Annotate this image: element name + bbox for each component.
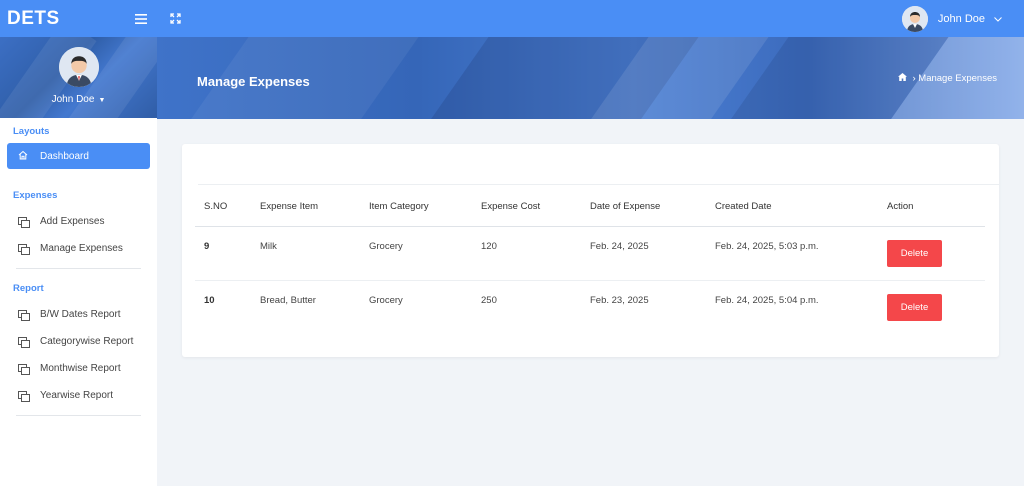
cell-created-date: Feb. 24, 2025, 5:03 p.m. [706,226,878,281]
sidebar-item-monthwise-report[interactable]: Monthwise Report [0,355,157,381]
avatar [58,47,99,87]
profile-dropdown[interactable]: John Doe ▼ [52,94,106,105]
cell-expense-cost: 250 [481,294,497,306]
cell-sno: 9 [195,226,251,281]
table-row: 9 Milk Grocery 120 Feb. 24, 2025 Feb. 24… [195,226,985,281]
cell-sno: 10 [204,294,215,306]
divider [198,184,999,185]
copy-icon [18,390,30,402]
home-icon [18,150,28,163]
copy-icon [18,309,30,321]
section-report: Report [13,283,44,294]
avatar [901,6,928,32]
chevron-down-icon [994,14,1002,24]
sidebar-profile: John Doe ▼ [0,37,157,118]
divider [16,415,141,416]
table-header-row: S.NO Expense Item Item Category Expense … [195,188,985,227]
breadcrumb: › Manage Expenses [898,73,997,84]
cell-action: Delete [878,280,985,334]
fullscreen-icon[interactable] [167,11,183,27]
copy-icon [18,336,30,348]
sidebar-item-manage-expenses[interactable]: Manage Expenses [0,235,157,261]
page-title: Manage Expenses [197,74,310,89]
cell-item-category: Grocery [369,294,403,306]
sidebar-item-label: Categorywise Report [40,335,134,347]
sidebar-item-label: Yearwise Report [40,389,114,401]
user-menu[interactable]: John Doe [901,6,1002,32]
sidebar-item-label: Dashboard [40,150,89,162]
cell-action: Delete [878,226,985,281]
table-row: 10 Bread, Butter Grocery 250 Feb. 23, 20… [195,280,985,334]
user-name: John Doe [937,13,985,25]
sidebar-item-label: Add Expenses [40,215,105,227]
sidebar-item-label: Manage Expenses [40,242,123,254]
sidebar: John Doe ▼ Layouts Dashboard Expenses Add… [0,37,157,486]
cell-expense-item: Bread, Butter [260,294,316,306]
column-header-expense-item: Expense Item [251,188,360,227]
top-navbar: DETS John Doe [0,0,1024,37]
caret-down-icon: ▼ [98,97,106,104]
copy-icon [18,363,30,375]
sidebar-item-add-expenses[interactable]: Add Expenses [0,208,157,234]
copy-icon [18,243,30,255]
divider [16,268,141,269]
column-header-expense-cost: Expense Cost [472,188,581,227]
delete-button[interactable]: Delete [887,239,942,267]
brand-area: DETS [0,0,157,37]
copy-icon [18,216,30,228]
section-layouts: Layouts [13,126,50,137]
cell-date-of-expense: Feb. 24, 2025 [581,226,706,281]
column-header-item-category: Item Category [360,188,472,227]
expenses-card: S.NO Expense Item Item Category Expense … [182,144,999,357]
profile-name: John Doe [51,94,95,105]
column-header-created-date: Created Date [706,188,878,227]
page-header-banner: Manage Expenses › Manage Expenses [157,37,1024,119]
cell-expense-cost: 120 [472,226,581,281]
section-expenses: Expenses [13,190,58,201]
menu-toggle-icon[interactable] [133,11,149,27]
column-header-action: Action [878,188,985,227]
sidebar-item-label: Monthwise Report [40,362,121,374]
expenses-table: S.NO Expense Item Item Category Expense … [195,188,985,334]
sidebar-item-label: B/W Dates Report [40,308,121,320]
cell-date-of-expense: Feb. 23, 2025 [590,294,649,306]
brand-logo[interactable]: DETS [7,8,60,30]
home-icon[interactable] [898,73,908,84]
sidebar-item-yearwise-report[interactable]: Yearwise Report [0,382,157,408]
column-header-sno: S.NO [195,188,251,227]
cell-expense-item: Milk [251,226,360,281]
cell-item-category: Grocery [360,226,472,281]
cell-created-date: Feb. 24, 2025, 5:04 p.m. [715,294,819,306]
sidebar-item-dashboard[interactable]: Dashboard [7,143,150,169]
sidebar-item-bw-dates-report[interactable]: B/W Dates Report [0,301,157,327]
delete-button[interactable]: Delete [887,293,942,321]
column-header-date-of-expense: Date of Expense [581,188,706,227]
breadcrumb-current: Manage Expenses [918,73,997,84]
sidebar-item-categorywise-report[interactable]: Categorywise Report [0,328,157,354]
